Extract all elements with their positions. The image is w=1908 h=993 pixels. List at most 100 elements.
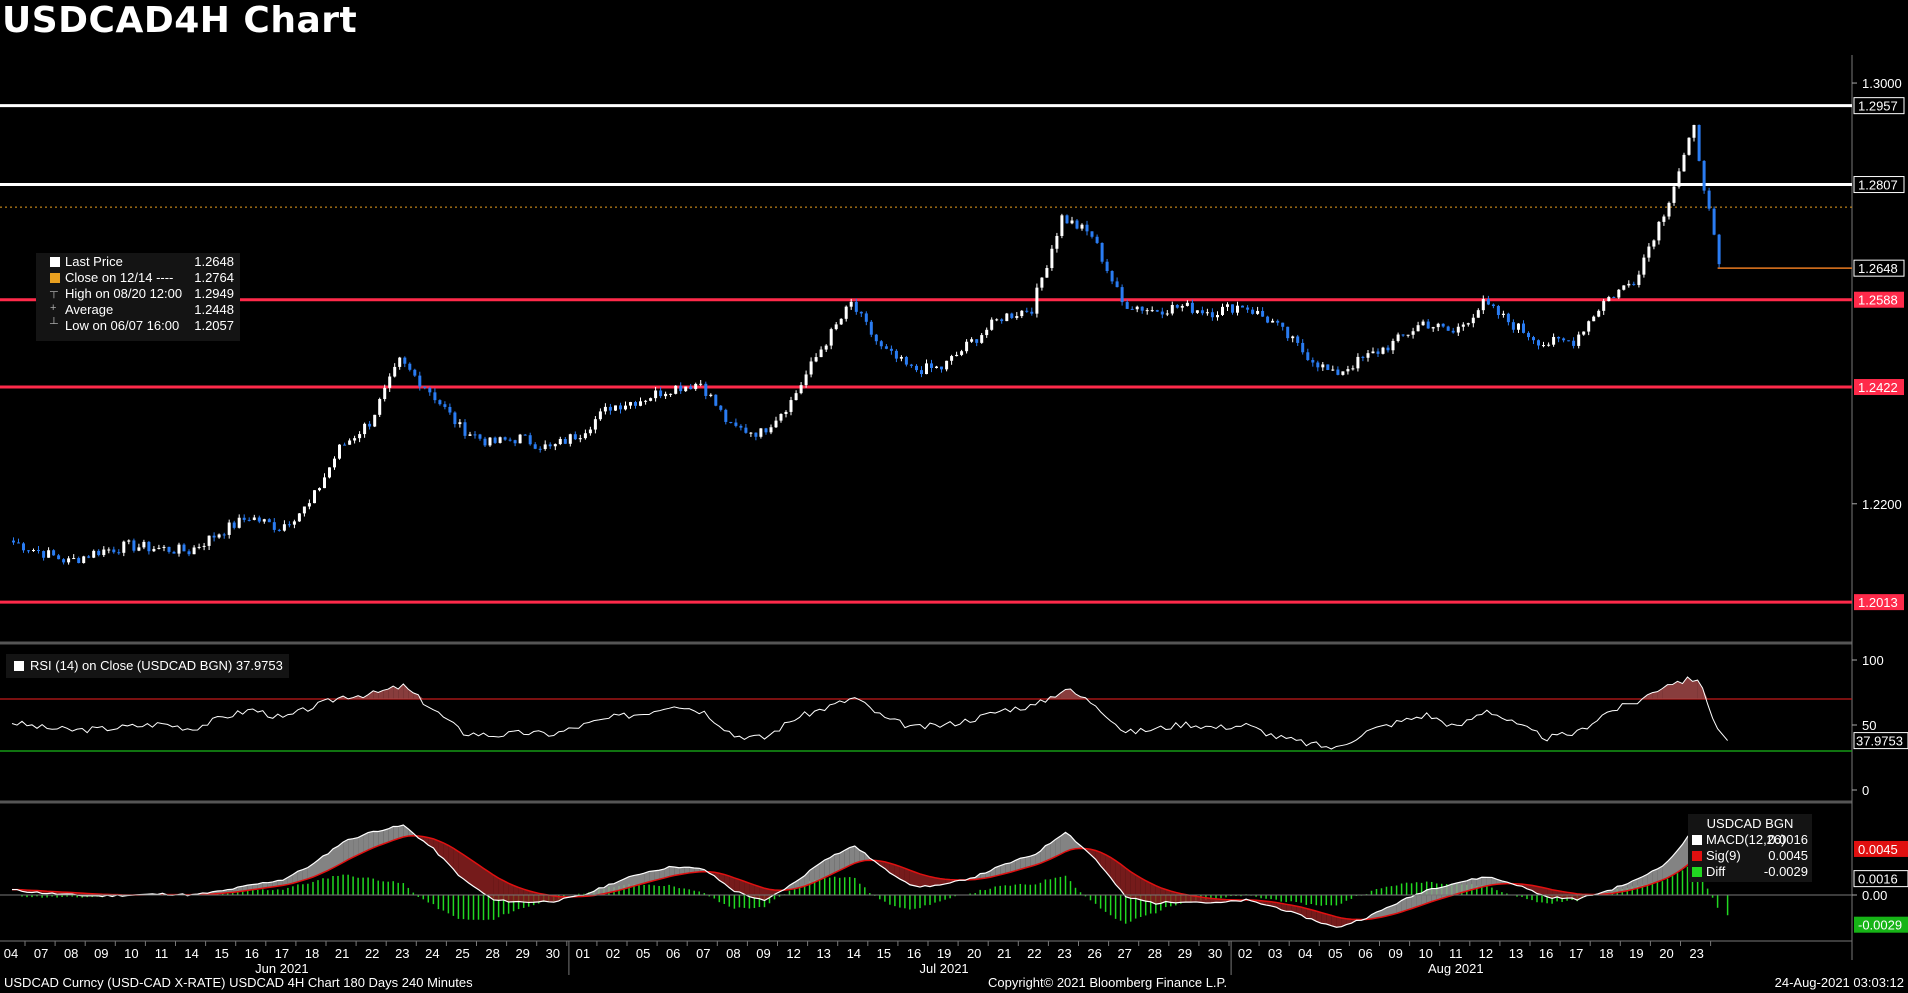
macd-signal-fill xyxy=(493,875,499,901)
candle-body xyxy=(1371,351,1375,354)
x-tick-label: 17 xyxy=(275,946,289,961)
rsi-overbought-fill xyxy=(1677,681,1683,699)
candle-body xyxy=(1080,224,1084,229)
x-tick-label: 10 xyxy=(124,946,138,961)
candle-body xyxy=(894,350,898,359)
candle-body xyxy=(1040,277,1044,288)
candle-body xyxy=(1717,234,1721,265)
macd-tick-label: 0.00 xyxy=(1862,888,1887,903)
x-tick-label: 11 xyxy=(1449,946,1463,961)
candle-body xyxy=(1517,323,1520,330)
candle-body xyxy=(1697,124,1701,161)
candle-body xyxy=(1200,310,1204,314)
level-label: 1.2422 xyxy=(1858,380,1898,395)
candle-body xyxy=(925,363,928,375)
candle-body xyxy=(1496,306,1500,316)
candle-body xyxy=(950,356,954,361)
candle-body xyxy=(1130,308,1134,310)
candle-body xyxy=(323,477,326,489)
candle-body xyxy=(378,399,382,415)
candle-body xyxy=(869,321,873,335)
candle-body xyxy=(1557,336,1561,339)
macd-value-label: 0.0016 xyxy=(1858,872,1898,887)
candle-body xyxy=(483,438,487,446)
candle-body xyxy=(1055,235,1059,249)
candle-body xyxy=(849,301,853,307)
macd-legend-row-sig: Sig(9) 0.0045 xyxy=(1688,848,1812,864)
candle-body xyxy=(473,434,477,436)
candle-body xyxy=(1030,311,1034,314)
candle-body xyxy=(418,375,422,387)
candle-body xyxy=(1471,317,1475,324)
rsi-overbought-fill xyxy=(1667,684,1673,699)
x-tick-label: 09 xyxy=(1388,946,1402,961)
candle-body xyxy=(829,329,833,346)
x-tick-label: 06 xyxy=(1358,946,1372,961)
legend-high-value: 1.2949 xyxy=(194,286,234,301)
candle-body xyxy=(1562,338,1566,341)
candle-body xyxy=(1070,220,1074,224)
x-tick-label: 04 xyxy=(1298,946,1312,961)
candle-body xyxy=(764,428,768,433)
candle-body xyxy=(1231,304,1234,313)
candle-body xyxy=(107,549,111,551)
candle-body xyxy=(1582,331,1586,335)
x-tick-label: 21 xyxy=(997,946,1011,961)
candle-body xyxy=(573,434,577,440)
candle-body xyxy=(1637,274,1641,285)
candle-body xyxy=(1436,323,1440,328)
candle-body xyxy=(1321,364,1325,368)
candle-body xyxy=(1050,248,1054,269)
high-marker-icon: ┬ xyxy=(50,286,58,298)
macd-panel xyxy=(0,824,1852,928)
x-tick-label: 10 xyxy=(1418,946,1432,961)
candle-body xyxy=(1632,283,1636,285)
candle-body xyxy=(1376,351,1380,354)
x-tick-label: 25 xyxy=(455,946,469,961)
x-tick-label: 24 xyxy=(425,946,439,961)
candle-body xyxy=(1351,368,1355,370)
signal-label: Sig(9) xyxy=(1706,848,1741,863)
candle-body xyxy=(172,551,176,554)
candle-body xyxy=(348,440,352,445)
candle-body xyxy=(518,434,522,444)
candle-body xyxy=(1281,322,1285,327)
candle-body xyxy=(1025,310,1029,312)
last-price-swatch xyxy=(50,257,60,267)
signal-value: 0.0045 xyxy=(1768,848,1808,863)
candle-body xyxy=(368,423,372,427)
candle-body xyxy=(87,556,91,558)
candle-body xyxy=(975,339,979,343)
candle-body xyxy=(1085,224,1089,232)
candle-body xyxy=(1592,316,1596,322)
candle-body xyxy=(152,548,156,552)
x-tick-label: 27 xyxy=(1117,946,1131,961)
candle-body xyxy=(1662,216,1666,222)
candle-body xyxy=(112,549,116,553)
candle-body xyxy=(493,437,497,443)
legend-row-close: Close on 12/14 ---- 1.2764 xyxy=(36,270,240,286)
macd-signal-fill xyxy=(1150,883,1156,905)
macd-signal-fill xyxy=(478,864,484,894)
candle-body xyxy=(267,519,271,523)
candle-body xyxy=(232,522,236,528)
candle-body xyxy=(17,542,20,544)
macd-signal-fill xyxy=(368,831,374,851)
x-tick-label: 19 xyxy=(1629,946,1643,961)
candle-body xyxy=(1301,342,1305,353)
candle-body xyxy=(583,433,587,439)
candle-body xyxy=(77,558,81,564)
candle-body xyxy=(202,545,206,547)
macd-signal-fill xyxy=(323,853,328,873)
candle-body xyxy=(1060,215,1064,236)
candle-body xyxy=(1190,302,1194,313)
candle-body xyxy=(879,341,883,347)
candle-body xyxy=(222,534,226,536)
x-tick-label: 08 xyxy=(64,946,78,961)
candle-body xyxy=(724,409,728,422)
candle-body xyxy=(72,558,76,560)
candle-body xyxy=(809,361,813,375)
candle-body xyxy=(1712,208,1716,235)
macd-legend-row-diff: Diff -0.0029 xyxy=(1688,864,1812,880)
legend-last-label: Last Price xyxy=(65,254,123,269)
